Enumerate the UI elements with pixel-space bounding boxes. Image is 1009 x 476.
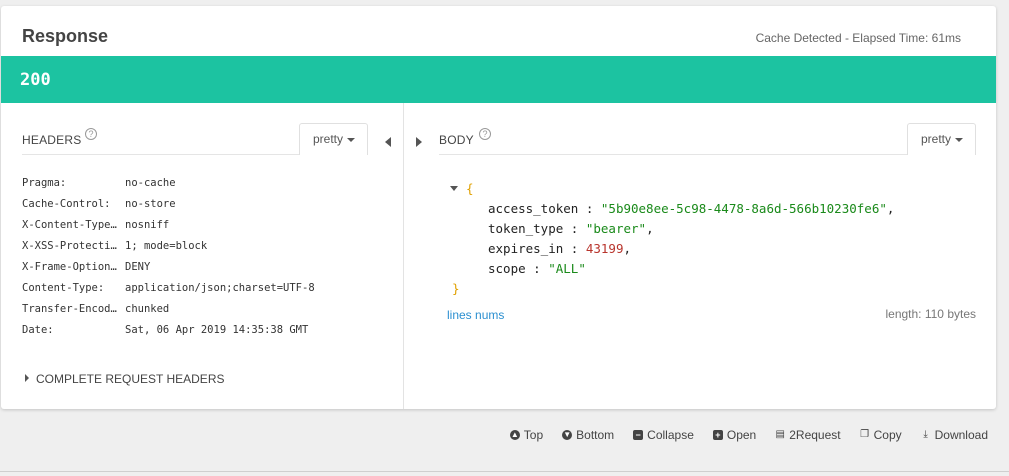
bottom-divider — [0, 471, 1009, 472]
download-button-label: Download — [934, 428, 988, 442]
json-close-line: } — [452, 281, 894, 301]
headers-section-head: HEADERS ? pretty — [22, 123, 368, 155]
header-key: X-XSS-Protecti… — [22, 240, 117, 252]
to-request-button[interactable]: ▤ 2Request — [775, 428, 841, 442]
response-toolbar: ▲ Top ▼ Bottom − Collapse + Open ▤ 2Requ… — [491, 428, 988, 442]
json-line: scope : "ALL" — [488, 261, 586, 276]
to-request-button-label: 2Request — [789, 428, 841, 442]
status-bar: 200 — [1, 56, 996, 103]
header-value: no-store — [125, 198, 176, 210]
json-key: access_token — [488, 201, 579, 216]
header-value: DENY — [125, 261, 151, 273]
json-line: token_type : "bearer", — [488, 221, 654, 236]
response-header: Response Cache Detected - Elapsed Time: … — [1, 6, 996, 56]
header-key: Cache-Control: — [22, 198, 111, 210]
status-code: 200 — [20, 70, 51, 90]
response-title: Response — [22, 26, 109, 46]
collapse-button[interactable]: − Collapse — [633, 428, 694, 442]
json-viewer: { access_token : "5b90e8ee-5c98-4478-8a6… — [450, 181, 895, 301]
caret-down-icon — [955, 137, 963, 142]
collapse-left-icon[interactable] — [385, 137, 391, 147]
json-key: token_type — [488, 221, 564, 236]
collapse-button-label: Collapse — [647, 428, 694, 442]
header-key: Content-Type: — [22, 282, 105, 294]
clipboard-icon: ▤ — [775, 429, 785, 440]
header-value: nosniff — [125, 219, 170, 231]
download-button[interactable]: ⤓ Download — [921, 428, 988, 442]
lines-nums-link[interactable]: lines nums — [447, 308, 504, 322]
open-button-label: Open — [726, 428, 757, 442]
header-value: chunked — [125, 303, 170, 315]
copy-button[interactable]: ❐ Copy — [860, 428, 902, 442]
top-button[interactable]: ▲ Top — [509, 428, 544, 442]
complete-request-label: COMPLETE REQUEST HEADERS — [36, 372, 225, 386]
headers-format-label: pretty — [312, 132, 343, 146]
header-key: Transfer-Encod… — [22, 303, 117, 315]
download-icon: ⤓ — [923, 429, 928, 440]
bottom-button[interactable]: ▼ Bottom — [562, 428, 614, 442]
header-value: application/json;charset=UTF-8 — [125, 282, 315, 294]
json-comma: , — [886, 201, 895, 216]
json-line: expires_in : 43199, — [488, 241, 632, 256]
body-section: BODY ? pretty { access_token : "5b90e8ee… — [405, 103, 996, 409]
json-comma: , — [646, 221, 654, 236]
header-key: Date: — [22, 324, 54, 336]
caret-right-icon — [25, 374, 29, 382]
open-button[interactable]: + Open — [712, 428, 757, 442]
headers-section: HEADERS ? pretty Pragma: no-cache Cache-… — [1, 103, 404, 409]
collapse-caret-icon[interactable] — [450, 186, 458, 191]
json-line: access_token : "5b90e8ee-5c98-4478-8a6d-… — [488, 201, 895, 216]
json-comma: , — [623, 241, 632, 256]
copy-icon: ❐ — [860, 429, 870, 440]
json-value: "5b90e8ee-5c98-4478-8a6d-566b10230fe6" — [600, 201, 887, 216]
copy-button-label: Copy — [873, 428, 902, 442]
response-panel: Response Cache Detected - Elapsed Time: … — [1, 6, 996, 409]
help-icon[interactable]: ? — [85, 128, 97, 140]
body-format-dropdown[interactable]: pretty — [906, 123, 976, 155]
complete-request-headers-toggle[interactable]: COMPLETE REQUEST HEADERS — [25, 372, 224, 386]
body-label: BODY — [439, 133, 474, 147]
body-format-label: pretty — [920, 132, 951, 146]
json-open-brace: { — [466, 181, 474, 196]
header-key: Pragma: — [22, 177, 67, 189]
header-value: no-cache — [125, 177, 176, 189]
json-key: expires_in — [488, 241, 564, 256]
headers-format-dropdown[interactable]: pretty — [298, 123, 368, 155]
help-icon[interactable]: ? — [479, 128, 491, 140]
json-value: 43199 — [585, 241, 624, 256]
header-key: X-Content-Type… — [22, 219, 117, 231]
plus-square-icon: + — [712, 430, 723, 440]
arrow-down-circle-icon: ▼ — [562, 430, 573, 440]
header-value: Sat, 06 Apr 2019 14:35:38 GMT — [125, 324, 309, 336]
json-close-brace: } — [452, 281, 460, 296]
header-key: X-Frame-Option… — [22, 261, 117, 273]
headers-label: HEADERS — [22, 133, 82, 147]
json-value: "bearer" — [585, 221, 647, 236]
json-open-line: { — [450, 181, 894, 201]
json-value: "ALL" — [548, 261, 586, 276]
json-key: scope — [488, 261, 526, 276]
caret-down-icon — [347, 137, 355, 142]
body-section-head: BODY ? pretty — [439, 123, 976, 155]
top-button-label: Top — [523, 428, 544, 442]
header-value: 1; mode=block — [125, 240, 208, 252]
minus-square-icon: − — [633, 430, 644, 440]
arrow-up-circle-icon: ▲ — [509, 430, 520, 440]
bottom-button-label: Bottom — [576, 428, 615, 442]
body-length-info: length: 110 bytes — [885, 307, 976, 321]
cache-elapsed-info: Cache Detected - Elapsed Time: 61ms — [755, 31, 961, 45]
